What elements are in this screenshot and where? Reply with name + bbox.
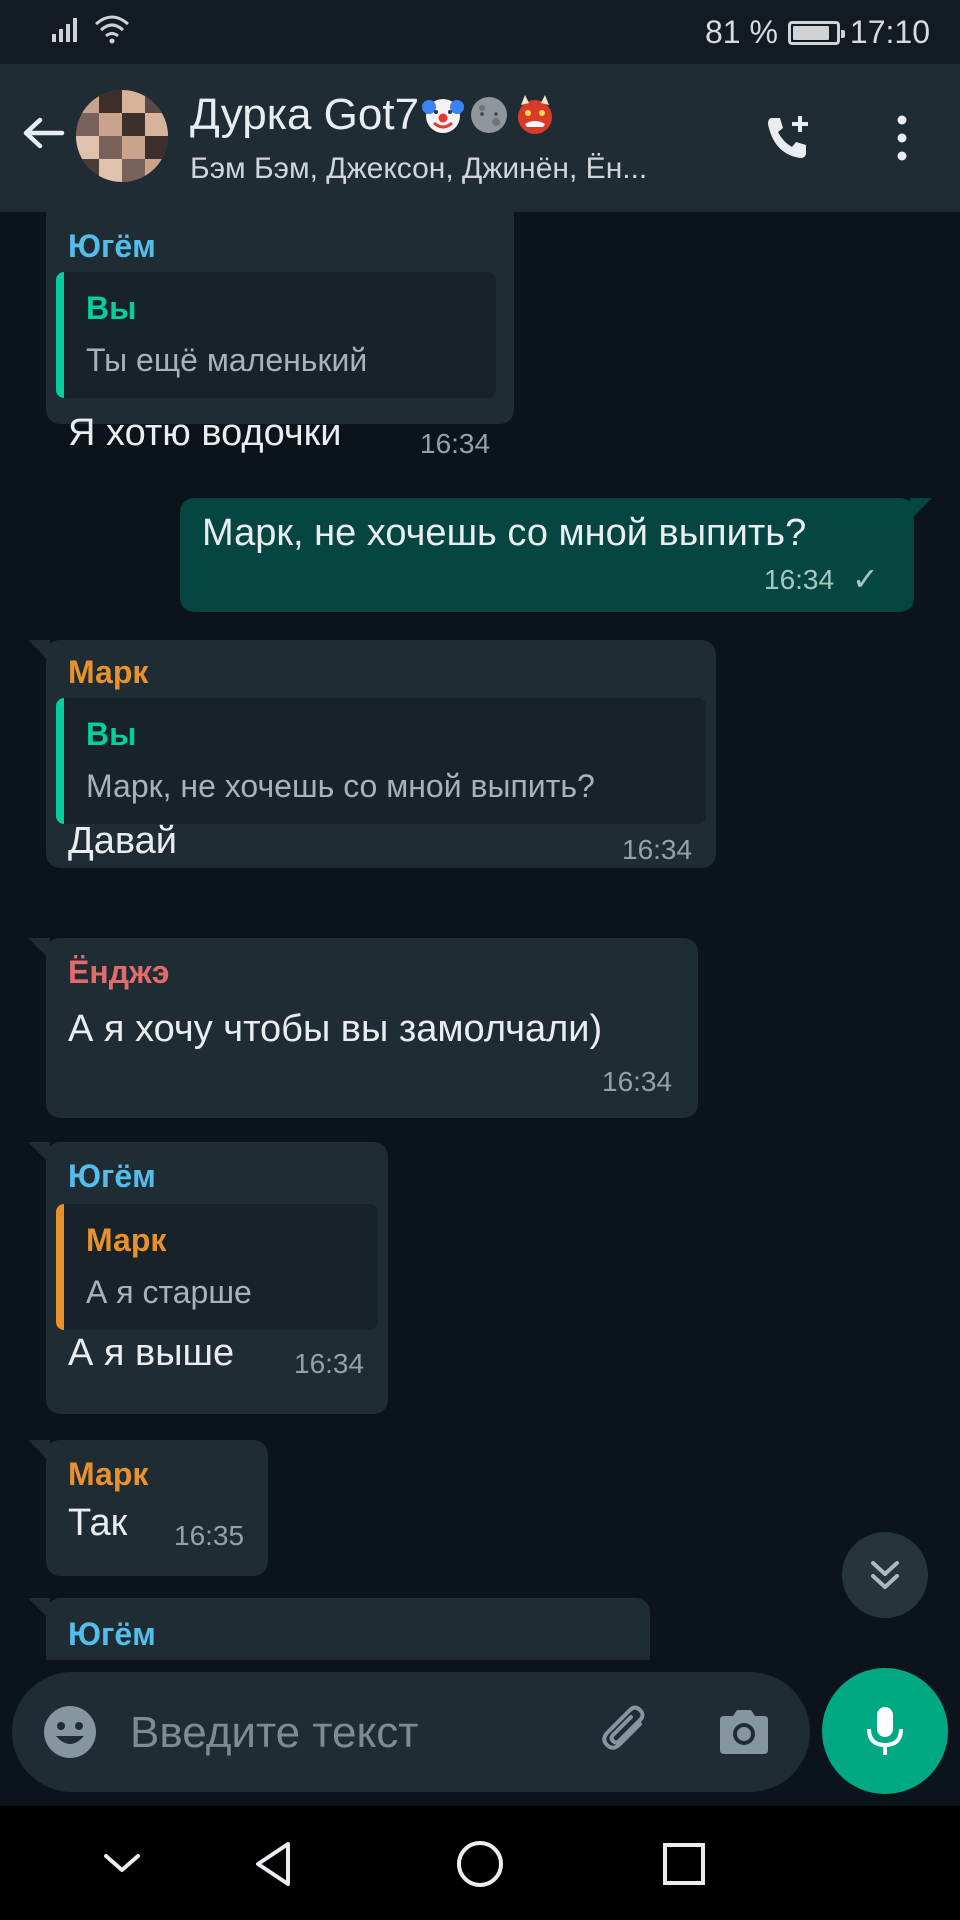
hide-keyboard-icon[interactable] xyxy=(94,1836,150,1892)
message-sender: Марк xyxy=(68,1456,149,1492)
message-time: 16:34 xyxy=(602,1066,673,1097)
back-triangle-icon[interactable] xyxy=(248,1836,304,1892)
bubble-tail xyxy=(910,498,932,520)
double-chevron-down-icon xyxy=(871,1561,899,1589)
system-nav-bar xyxy=(0,1806,960,1920)
message-sender: Ёнджэ xyxy=(68,954,170,990)
ogre-icon xyxy=(518,95,553,134)
quote-author: Вы xyxy=(86,716,137,752)
message-text: Так xyxy=(68,1502,128,1544)
battery-percent: 81 % xyxy=(704,14,778,50)
message-time: 16:34 xyxy=(764,564,835,595)
bubble-tail xyxy=(28,1142,50,1164)
message-bubble[interactable]: Ёнджэ А я хочу чтобы вы замолчали) 16:34 xyxy=(28,938,698,1118)
chat-members[interactable]: Бэм Бэм, Джексон, Джинён, Ён... xyxy=(190,152,730,186)
message-time: 16:35 xyxy=(174,1520,245,1551)
avatar-tile xyxy=(145,136,168,159)
message-sender: Югём xyxy=(68,1158,156,1194)
wifi-icon xyxy=(95,15,129,44)
message-time: 16:34 xyxy=(294,1348,365,1379)
battery-level xyxy=(792,25,829,40)
reply-quote[interactable]: Вы Марк, не хочешь со мной выпить? xyxy=(56,698,706,824)
avatar-tile xyxy=(76,113,99,136)
quote-text: А я старше xyxy=(86,1274,252,1310)
avatar-tile xyxy=(145,113,168,136)
quote-author: Марк xyxy=(86,1222,167,1258)
avatar-tile xyxy=(99,113,122,136)
message-bubble[interactable]: Марк Вы Марк, не хочешь со мной выпить? … xyxy=(28,640,716,868)
avatar-tile xyxy=(76,159,99,182)
chat-header: Дурка Got7 Бэм Бэм, Джексон, Джинён, Ён.… xyxy=(0,64,960,212)
signal-icon xyxy=(52,18,77,42)
avatar-tile xyxy=(122,136,145,159)
quote-bar xyxy=(56,272,64,398)
add-call-icon[interactable] xyxy=(760,110,816,166)
bubble-tail xyxy=(28,938,50,960)
avatar-tile xyxy=(122,159,145,182)
message-text: А я выше xyxy=(68,1332,235,1374)
camera-icon[interactable] xyxy=(714,1704,774,1760)
message-bubble[interactable]: Югём Марк А я старше А я выше 16:34 xyxy=(28,1142,388,1414)
quote-bar xyxy=(56,1204,64,1330)
message-list[interactable]: Югём Вы Ты ещё маленький Я хотю водочки … xyxy=(0,212,960,1660)
clock: 17:10 xyxy=(849,14,930,50)
message-bubble-outgoing[interactable]: Марк, не хочешь со мной выпить? 16:34 ✓ xyxy=(180,498,932,612)
group-avatar[interactable] xyxy=(76,90,168,182)
avatar-tile xyxy=(76,136,99,159)
message-sender: Югём xyxy=(68,1616,156,1652)
avatar-tile xyxy=(145,90,168,113)
message-sender: Марк xyxy=(68,654,149,690)
bubble-tail xyxy=(28,1440,50,1462)
avatar-tile xyxy=(122,113,145,136)
message-composer xyxy=(12,1672,810,1792)
avatar-tile xyxy=(76,90,99,113)
avatar-tile xyxy=(99,90,122,113)
message-time: 16:34 xyxy=(622,834,693,865)
recents-square-icon[interactable] xyxy=(656,1836,712,1892)
message-text: Марк, не хочешь со мной выпить? xyxy=(202,512,807,554)
message-bubble[interactable]: Югём xyxy=(28,1598,650,1660)
message-text: Давай xyxy=(68,820,177,862)
quote-author: Вы xyxy=(86,290,137,326)
attach-icon[interactable] xyxy=(596,1702,656,1762)
back-arrow-icon[interactable] xyxy=(18,108,68,158)
reply-quote[interactable]: Марк А я старше xyxy=(56,1204,378,1330)
message-bubble[interactable]: Марк Так 16:35 xyxy=(28,1440,268,1576)
quote-bar xyxy=(56,698,64,824)
avatar-tile xyxy=(99,159,122,182)
message-time: 16:34 xyxy=(420,428,491,459)
battery-icon xyxy=(787,20,845,45)
chat-title-text: Дурка Got7 xyxy=(190,90,420,139)
moon-face-icon xyxy=(471,97,508,133)
status-bar: 81 % 17:10 xyxy=(0,0,960,64)
home-circle-icon[interactable] xyxy=(452,1836,508,1892)
avatar-tile xyxy=(99,136,122,159)
message-text: Я хотю водочки xyxy=(68,412,342,454)
clown-face-icon xyxy=(422,99,465,133)
reply-quote[interactable]: Вы Ты ещё маленький xyxy=(56,272,496,398)
message-text: А я хочу чтобы вы замолчали) xyxy=(68,1008,603,1050)
more-vert-icon[interactable] xyxy=(884,114,920,162)
voice-message-button[interactable] xyxy=(822,1668,948,1794)
sent-check-icon: ✓ xyxy=(852,561,879,597)
message-sender: Югём xyxy=(68,228,156,264)
avatar-tile xyxy=(145,159,168,182)
quote-text: Марк, не хочешь со мной выпить? xyxy=(86,768,595,804)
avatar-tile xyxy=(122,90,145,113)
quote-text: Ты ещё маленький xyxy=(86,342,368,378)
scroll-to-bottom-button[interactable] xyxy=(842,1532,928,1618)
message-input[interactable] xyxy=(128,1700,462,1766)
emoji-icon[interactable] xyxy=(42,1704,98,1760)
mic-icon xyxy=(867,1707,903,1755)
message-bubble[interactable]: Югём Вы Ты ещё маленький Я хотю водочки xyxy=(46,212,514,424)
bubble-tail xyxy=(28,1598,50,1620)
bubble-tail xyxy=(28,640,50,662)
chat-title[interactable]: Дурка Got7 xyxy=(190,90,557,140)
